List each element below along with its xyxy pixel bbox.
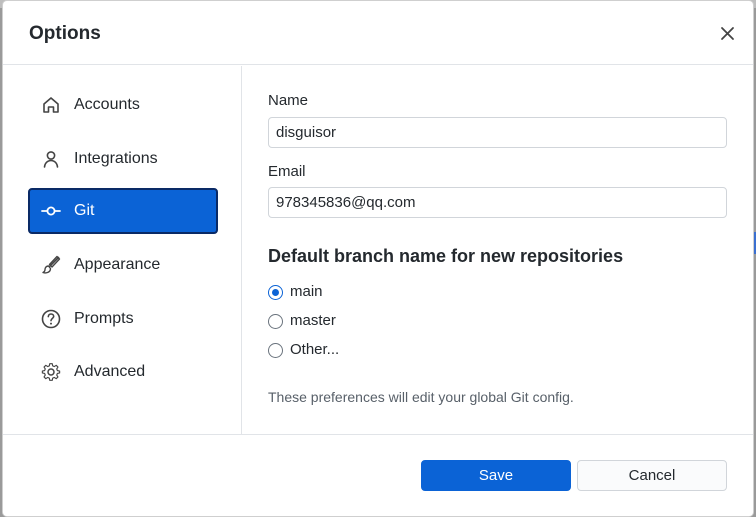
save-button[interactable]: Save: [421, 460, 571, 491]
email-label: Email: [268, 163, 306, 180]
sidebar-item-label: Integrations: [74, 150, 158, 167]
sidebar-item-accounts[interactable]: Accounts: [28, 82, 218, 128]
default-branch-heading: Default branch name for new repositories: [268, 246, 624, 266]
git-commit-icon: [41, 206, 61, 216]
sidebar-item-advanced[interactable]: Advanced: [28, 349, 218, 395]
person-icon: [43, 151, 59, 168]
gear-icon: [41, 363, 61, 381]
radio-master[interactable]: [268, 314, 283, 329]
dialog-footer: Save Cancel: [3, 434, 753, 516]
email-input[interactable]: [268, 187, 727, 218]
radio-label: master: [290, 312, 336, 329]
paintbrush-icon: [42, 255, 61, 274]
sidebar-item-prompts[interactable]: Prompts: [28, 296, 218, 342]
close-button[interactable]: [717, 23, 739, 45]
dialog-title: Options: [29, 23, 101, 44]
radio-label: Other...: [290, 341, 340, 358]
sidebar-item-appearance[interactable]: Appearance: [28, 242, 218, 288]
radio-main[interactable]: [268, 285, 283, 300]
sidebar-item-label: Appearance: [74, 256, 161, 273]
sidebar-item-label: Advanced: [74, 363, 146, 380]
name-label: Name: [268, 92, 309, 109]
radio-label: main: [290, 283, 323, 300]
sidebar-item-label: Accounts: [74, 96, 140, 113]
sidebar-item-label: Git: [74, 202, 95, 219]
git-settings-panel: Name Email Default branch name for new r…: [243, 66, 753, 434]
sidebar-item-git[interactable]: Git: [28, 188, 218, 234]
sidebar-item-label: Prompts: [74, 310, 134, 327]
options-dialog: Options Accounts Integrations Git Appear…: [3, 1, 753, 516]
sidebar-item-integrations[interactable]: Integrations: [28, 136, 218, 182]
question-icon: [41, 309, 61, 329]
cancel-button[interactable]: Cancel: [577, 460, 727, 491]
home-icon: [43, 97, 59, 113]
close-icon: [721, 27, 734, 40]
radio-other[interactable]: [268, 343, 283, 358]
dialog-header: Options: [3, 1, 753, 65]
git-config-note: These preferences will edit your global …: [268, 389, 574, 405]
options-sidebar: Accounts Integrations Git Appearance Pro…: [3, 66, 242, 434]
name-input[interactable]: [268, 117, 727, 148]
